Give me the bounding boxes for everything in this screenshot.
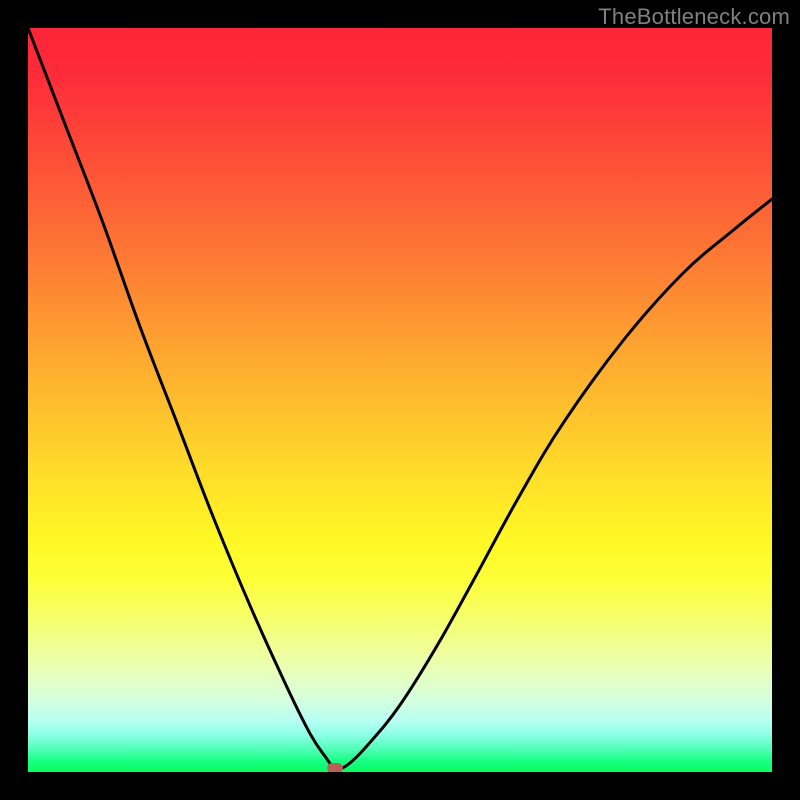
bottleneck-curve-path: [28, 28, 772, 769]
minimum-marker: [327, 763, 343, 772]
plot-area: [28, 28, 772, 772]
chart-frame: TheBottleneck.com: [0, 0, 800, 800]
watermark-text: TheBottleneck.com: [598, 4, 790, 30]
curve-svg: [28, 28, 772, 772]
